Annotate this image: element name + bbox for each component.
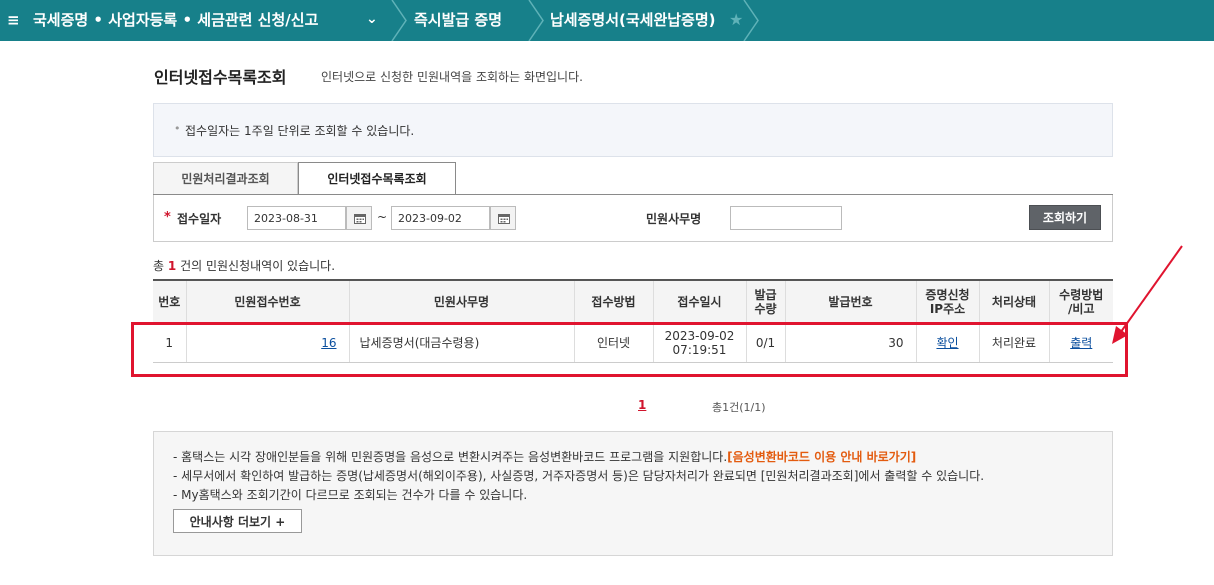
date-range-separator: ~	[377, 210, 388, 224]
page-title: 인터넷접수목록조회	[154, 68, 287, 87]
end-date-calendar-button[interactable]	[490, 206, 516, 230]
pagination-current-page[interactable]: 1	[638, 398, 646, 412]
required-mark: *	[164, 210, 171, 225]
header-office-name: 민원사무명	[348, 279, 574, 325]
search-button[interactable]: 조회하기	[1029, 205, 1101, 230]
start-date-input[interactable]	[247, 206, 346, 230]
calendar-icon	[498, 214, 510, 224]
voice-barcode-link[interactable]: [음성변환바코드 이용 안내 바로가기]	[727, 450, 916, 464]
table-header-row: 번호 민원접수번호 민원사무명 접수방법 접수일시 발급 수량 발급번호 증명신…	[153, 279, 1113, 325]
highlight-box	[131, 322, 1128, 377]
header-receipt-no: 민원접수번호	[185, 279, 349, 325]
header-method: 접수방법	[573, 279, 653, 325]
date-label: 접수일자	[177, 212, 222, 226]
top-nav-bar: ≡ 국세증명 • 사업자등록 • 세금관련 신청/신고 ⌄ 즉시발급 증명 납세…	[0, 0, 1214, 41]
info-notice-text: 접수일자는 1주일 단위로 조회할 수 있습니다.	[185, 124, 415, 138]
result-count: 총 1 건의 민원신청내역이 있습니다.	[153, 257, 335, 274]
count-prefix: 총	[153, 259, 165, 273]
page-description: 인터넷으로 신청한 민원내역을 조회하는 화면입니다.	[321, 70, 583, 84]
bullet-icon: •	[174, 122, 181, 135]
end-date-input[interactable]	[391, 206, 490, 230]
nav-item-instant-issue[interactable]: 즉시발급 증명	[414, 11, 502, 29]
office-name-input[interactable]	[730, 206, 842, 230]
info-notice-box: • 접수일자는 1주일 단위로 조회할 수 있습니다.	[153, 103, 1113, 157]
breadcrumb-separator-icon	[743, 0, 759, 41]
nav-item-tax-certificate[interactable]: 납세증명서(국세완납증명)	[550, 11, 716, 29]
header-issue-no: 발급번호	[784, 279, 916, 325]
count-number: 1	[167, 259, 177, 273]
tab-result-inquiry[interactable]: 민원처리결과조회	[153, 162, 298, 195]
start-date-calendar-button[interactable]	[346, 206, 372, 230]
header-quantity: 발급 수량	[745, 279, 785, 325]
header-status: 처리상태	[978, 279, 1049, 325]
breadcrumb-separator-icon	[391, 0, 407, 41]
guide-line-tax-office: - 세무서에서 확인하여 발급하는 증명(납세증명서(해외이주용), 사실증명,…	[173, 469, 985, 483]
nav-item-certificates[interactable]: 국세증명 • 사업자등록 • 세금관련 신청/신고	[33, 11, 318, 29]
header-datetime: 접수일시	[652, 279, 746, 325]
count-suffix: 건의 민원신청내역이 있습니다.	[180, 259, 336, 273]
office-name-label: 민원사무명	[646, 212, 702, 226]
header-no: 번호	[153, 279, 186, 325]
breadcrumb-separator-icon	[528, 0, 544, 41]
header-ip: 증명신청 IP주소	[915, 279, 979, 325]
annotation-arrow-icon	[1112, 245, 1183, 344]
calendar-icon	[354, 214, 366, 224]
tab-internet-receipt-list[interactable]: 인터넷접수목록조회	[298, 162, 456, 195]
pagination-total: 총1건(1/1)	[712, 401, 766, 414]
chevron-down-icon[interactable]: ⌄	[366, 11, 378, 27]
more-info-button[interactable]: 안내사항 더보기 +	[173, 509, 302, 533]
guide-text-voice-barcode: - 홈택스는 시각 장애인분들을 위해 민원증명을 음성으로 변환시켜주는 음성…	[173, 450, 728, 464]
guide-line-voice-barcode: - 홈택스는 시각 장애인분들을 위해 민원증명을 음성으로 변환시켜주는 음성…	[173, 448, 916, 465]
hamburger-menu-icon[interactable]: ≡	[7, 12, 20, 28]
guide-line-myhometax: - My홈택스와 조회기간이 다르므로 조회되는 건수가 다를 수 있습니다.	[173, 488, 528, 502]
